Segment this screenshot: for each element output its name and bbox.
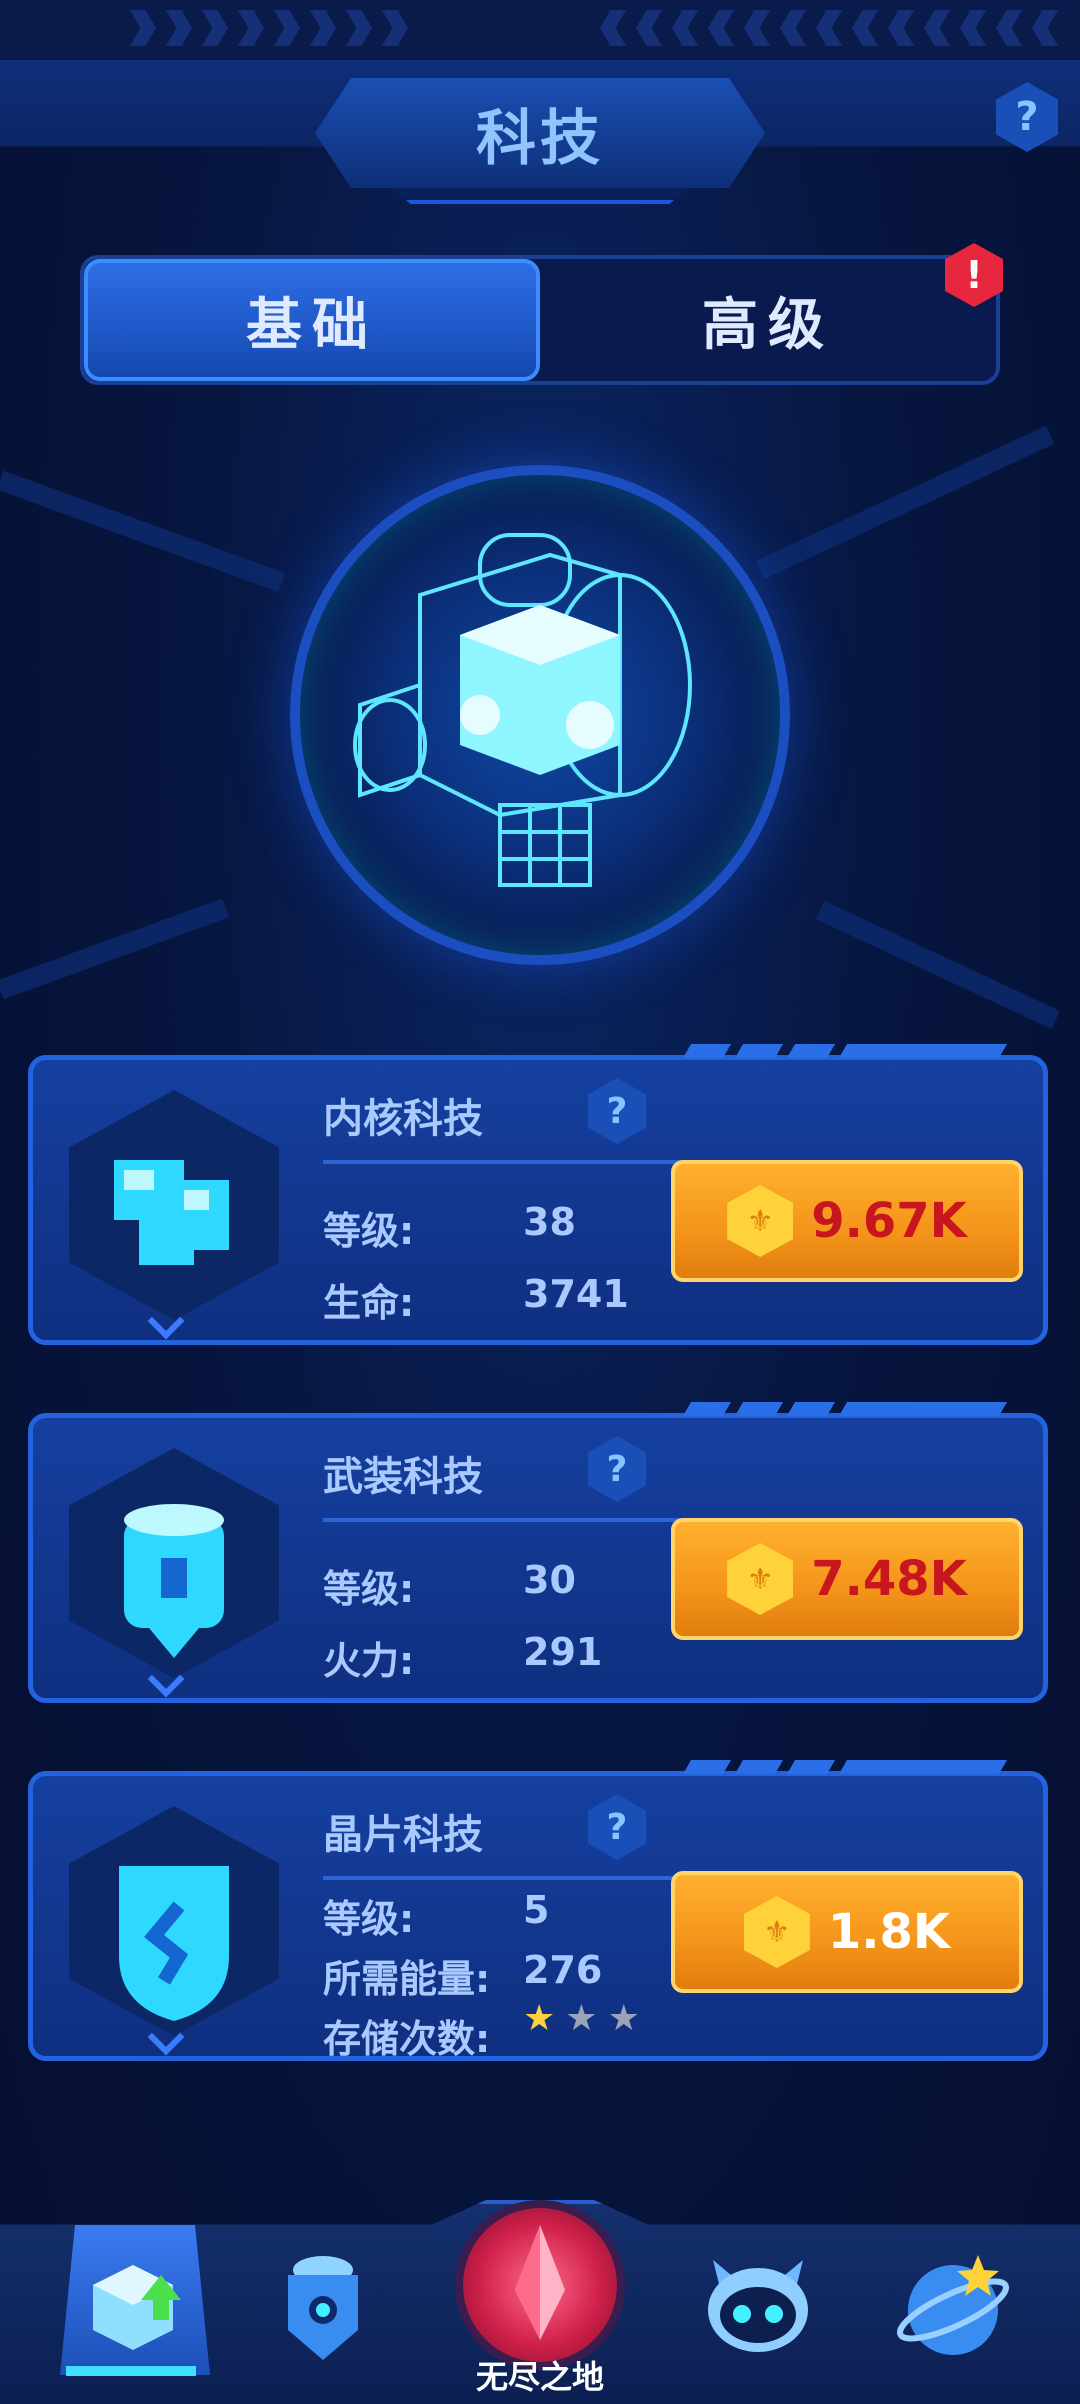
stat-value-firepower: 291	[523, 1630, 603, 1674]
crystal-icon	[515, 2225, 565, 2340]
star-filled-icon: ★	[523, 1998, 556, 2039]
card-stripes	[682, 1760, 1008, 1774]
upgrade-button[interactable]: ⚜ 7.48K	[671, 1518, 1023, 1640]
nav-endless-mode[interactable]	[455, 2200, 625, 2370]
star-empty-icon: ★	[565, 1998, 598, 2039]
decor-stripe	[0, 470, 286, 593]
tech-card-core: 内核科技 ? 等级: 38 生命: 3741 ⚜ 9.67K	[28, 1044, 1048, 1345]
stat-label-hp: 生命:	[323, 1281, 415, 1325]
nav-pet[interactable]	[693, 2240, 823, 2370]
stat-value-level: 5	[523, 1888, 550, 1932]
stat-label-level: 等级:	[323, 1897, 415, 1941]
decor-chevrons-left	[130, 10, 408, 46]
card-help-button[interactable]: ?	[588, 1078, 646, 1144]
coin-icon: ⚜	[743, 1896, 810, 1968]
nav-planet[interactable]	[888, 2240, 1018, 2370]
stat-label-level: 等级:	[323, 1567, 415, 1611]
help-icon: ?	[1015, 94, 1039, 140]
stat-value-level: 30	[523, 1558, 576, 1602]
decor-stripe	[0, 898, 229, 1000]
stat-value-hp: 3741	[523, 1272, 629, 1316]
card-help-button[interactable]: ?	[588, 1436, 646, 1502]
coin-icon: ⚜	[727, 1185, 794, 1257]
star-empty-icon: ★	[607, 1998, 640, 2039]
help-icon: ?	[606, 1448, 628, 1490]
tech-card-armament: 武装科技 ? 等级: 30 火力: 291 ⚜ 7.48K	[28, 1402, 1048, 1703]
robot-cat-icon	[708, 2260, 808, 2352]
tech-core-icon	[353, 533, 692, 887]
tab-bar: 基础 高级	[80, 255, 1000, 385]
nav-tower[interactable]	[258, 2240, 388, 2370]
upgrade-button[interactable]: ⚜ 9.67K	[671, 1160, 1023, 1282]
stat-label-storage: 存储次数:	[323, 2017, 491, 2061]
status-bar	[0, 0, 1080, 60]
decor-stripe	[815, 900, 1060, 1029]
card-stripes	[682, 1044, 1008, 1058]
nav-endless-label: 无尽之地	[475, 2358, 604, 2396]
help-icon: ?	[606, 1090, 628, 1132]
stat-label-firepower: 火力:	[323, 1639, 415, 1683]
storage-stars: ★ ★ ★	[523, 1998, 640, 2039]
stat-value-energy: 276	[523, 1948, 603, 1992]
nav-tech[interactable]	[68, 2240, 198, 2370]
exclamation-icon: !	[965, 253, 983, 297]
card-title: 晶片科技	[323, 1812, 483, 1858]
tech-core-display	[290, 465, 790, 965]
card-title: 内核科技	[323, 1096, 483, 1142]
card-help-button[interactable]: ?	[588, 1794, 646, 1860]
stat-label-energy: 所需能量:	[323, 1957, 491, 2001]
decor-stripe	[755, 425, 1055, 580]
decor-chevrons-right	[600, 10, 1058, 46]
stat-value-level: 38	[523, 1200, 576, 1244]
core-tech-icon	[69, 1090, 279, 1320]
tab-basic[interactable]: 基础	[84, 259, 540, 381]
card-title: 武装科技	[323, 1454, 483, 1500]
cost-value: 7.48K	[811, 1551, 967, 1607]
stat-label-level: 等级:	[323, 1209, 415, 1253]
title-plate: 科技	[315, 78, 765, 188]
tab-advanced[interactable]: 高级	[540, 259, 996, 381]
cost-value: 1.8K	[827, 1904, 951, 1960]
cost-value: 9.67K	[811, 1193, 967, 1249]
armament-tech-icon	[69, 1448, 279, 1678]
upgrade-button[interactable]: ⚜ 1.8K	[671, 1871, 1023, 1993]
planet-icon	[897, 2255, 1009, 2355]
page-title: 科技	[476, 103, 604, 174]
tech-card-chip: 晶片科技 ? 等级: 5 所需能量: 276 存储次数: ★ ★ ★ ⚜ 1.8…	[28, 1760, 1048, 2061]
coin-icon: ⚜	[727, 1543, 794, 1615]
chip-tech-icon	[69, 1806, 279, 2036]
tech-cube-icon	[93, 2265, 181, 2350]
help-icon: ?	[606, 1806, 628, 1848]
card-stripes	[682, 1402, 1008, 1416]
tower-icon	[288, 2256, 358, 2360]
